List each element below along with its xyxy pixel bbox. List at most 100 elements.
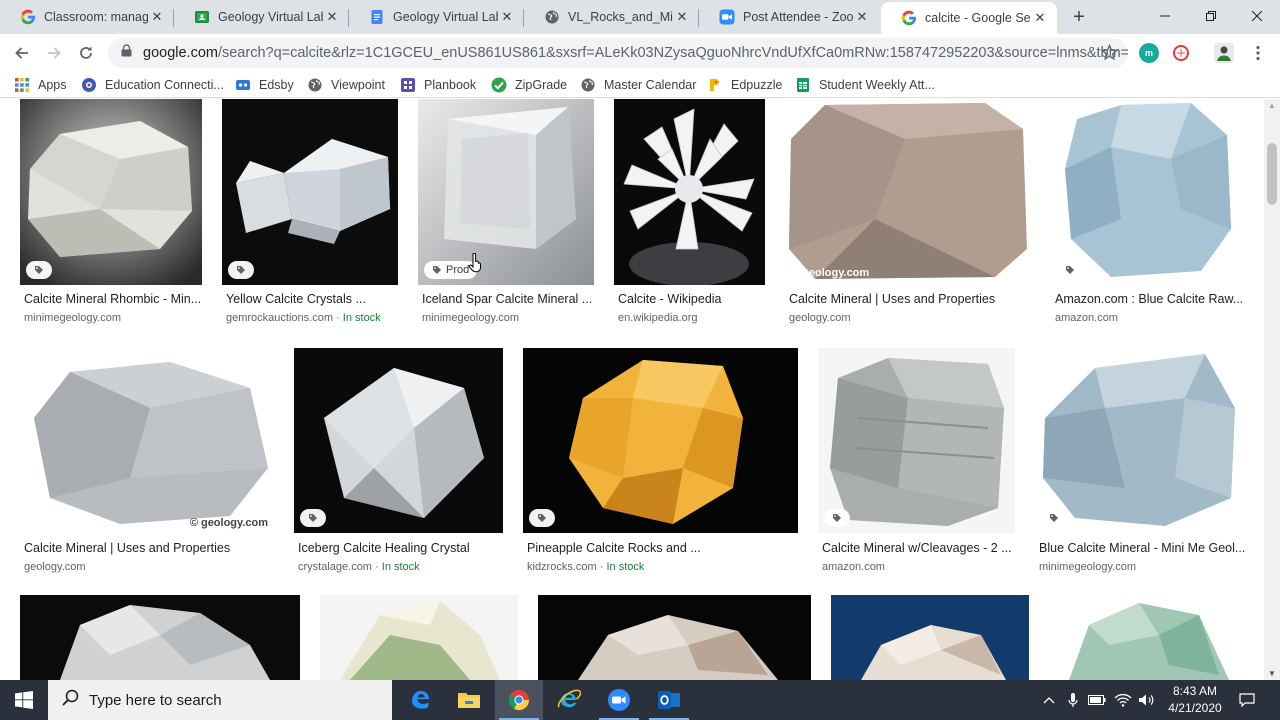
sheets-icon [795,77,811,93]
result-title[interactable]: Calcite Mineral | Uses and Properties [789,292,995,306]
new-tab-button[interactable]: + [1068,6,1090,28]
bookmark-edpuzzle[interactable]: Edpuzzle [707,76,782,94]
result-title[interactable]: Yellow Calcite Crystals ... [226,292,366,306]
bookmark-viewpoint[interactable]: Viewpoint [307,76,385,94]
taskbar-search[interactable]: Type here to search [48,680,392,720]
result-thumbnail[interactable] [523,348,798,533]
bookmark-planbook[interactable]: Planbook [400,76,476,94]
image-result[interactable]: Pineapple Calcite Rocks and ... kidzrock… [523,348,800,580]
image-result[interactable]: Calcite Mineral w/Cleavages - 2 ... amaz… [818,348,1017,580]
taskbar-zoom[interactable] [595,680,643,720]
back-button[interactable] [10,41,34,65]
image-result[interactable]: Calcite - Wikipedia en.wikipedia.org [614,99,767,334]
result-title[interactable]: Calcite Mineral w/Cleavages - 2 ... [822,541,1012,555]
extension-teal-icon[interactable]: m [1139,43,1159,63]
result-thumbnail[interactable]: © geology.com [20,348,274,533]
taskbar-file-explorer[interactable] [445,680,493,720]
image-result[interactable]: Calcite Mineral Rhombic - Min... minimeg… [20,99,204,334]
tab-vl-rocks[interactable]: VL_Rocks_and_Miner ✕ [524,0,699,34]
system-clock[interactable]: 8:43 AM 4/21/2020 [1160,683,1230,717]
image-result[interactable] [831,595,1031,680]
result-thumbnail[interactable] [20,99,202,285]
result-thumbnail[interactable] [831,595,1029,680]
taskbar-internet-explorer[interactable] [545,680,593,720]
result-title[interactable]: Blue Calcite Mineral - Mini Me Geol... [1039,541,1245,555]
bookmark-star-icon[interactable] [1100,43,1119,66]
result-title[interactable]: Calcite Mineral | Uses and Properties [24,541,230,555]
result-thumbnail[interactable]: Prod [418,99,594,285]
scroll-down-arrow-icon[interactable]: ▼ [1268,669,1276,678]
extension-circle-icon[interactable] [1171,43,1191,63]
result-title[interactable]: Amazon.com : Blue Calcite Raw... [1055,292,1243,306]
bookmark-master-calendar[interactable]: Master Calendar [580,76,696,94]
taskbar-edge[interactable] [396,680,444,720]
address-bar[interactable]: google.com/search?q=calcite&rlz=1C1GCEU_… [108,38,1128,68]
result-title[interactable]: Iceberg Calcite Healing Crystal [298,541,470,555]
result-thumbnail[interactable] [1051,99,1243,285]
close-icon[interactable]: ✕ [1031,9,1049,27]
result-thumbnail[interactable] [20,595,300,680]
start-button[interactable] [0,680,48,720]
notification-center-icon[interactable] [1236,680,1258,720]
bookmark-zipgrade[interactable]: ZipGrade [491,76,567,94]
image-result[interactable] [20,595,302,680]
menu-kebab-icon[interactable] [1248,43,1268,63]
result-thumbnail[interactable] [614,99,765,285]
bookmark-education-connection[interactable]: Education Connecti... [81,76,224,94]
close-icon[interactable]: ✕ [323,8,341,26]
result-title[interactable]: Calcite Mineral Rhombic - Min... [24,292,201,306]
bookmark-label: Student Weekly Att... [819,78,935,92]
image-result[interactable]: © geology.com Calcite Mineral | Uses and… [785,99,1033,334]
image-result[interactable]: Iceberg Calcite Healing Crystal crystala… [294,348,505,580]
tab-zoom-attendee[interactable]: Post Attendee - Zoo ✕ [699,0,879,34]
profile-avatar[interactable] [1214,43,1234,63]
tab-calcite-search[interactable]: calcite - Google Sea ✕ [881,2,1057,34]
result-thumbnail[interactable] [294,348,503,533]
image-result[interactable] [1049,595,1245,680]
taskbar-chrome[interactable] [495,680,543,720]
image-result[interactable]: © geology.com Calcite Mineral | Uses and… [20,348,276,580]
image-result[interactable]: Prod Iceland Spar Calcite Mineral ... mi… [418,99,596,334]
image-result[interactable] [538,595,813,680]
tab-geology-lab-docs[interactable]: Geology Virtual Lab ✕ [349,0,524,34]
image-result[interactable]: Blue Calcite Mineral - Mini Me Geol... m… [1035,348,1245,580]
tray-show-hidden-icon[interactable] [1040,680,1058,720]
zipgrade-check-icon [491,77,507,93]
close-icon[interactable]: ✕ [853,8,871,26]
image-result[interactable] [320,595,520,680]
image-result[interactable]: Yellow Calcite Crystals ... gemrockaucti… [222,99,400,334]
tab-geology-lab-classroom[interactable]: Geology Virtual Lab ✕ [174,0,349,34]
image-result[interactable]: Amazon.com : Blue Calcite Raw... amazon.… [1051,99,1245,334]
page-scrollbar[interactable]: ▲ ▼ [1264,99,1280,680]
close-icon[interactable]: ✕ [673,8,691,26]
close-window-button[interactable] [1234,0,1280,32]
result-thumbnail[interactable] [538,595,811,680]
microphone-icon[interactable] [1064,680,1082,720]
result-title[interactable]: Iceland Spar Calcite Mineral ... [422,292,592,306]
restore-button[interactable] [1188,0,1234,32]
result-thumbnail[interactable] [1035,348,1243,533]
volume-icon[interactable] [1136,680,1158,720]
result-title[interactable]: Calcite - Wikipedia [618,292,722,306]
minimize-button[interactable] [1142,0,1188,32]
taskbar-outlook[interactable] [645,680,693,720]
wifi-icon[interactable] [1112,680,1134,720]
result-thumbnail[interactable] [320,595,518,680]
bookmark-edsby[interactable]: Edsby [235,76,294,94]
scroll-up-arrow-icon[interactable]: ▲ [1268,101,1276,110]
result-title[interactable]: Pineapple Calcite Rocks and ... [527,541,701,555]
result-thumbnail[interactable] [818,348,1015,533]
scrollbar-thumb[interactable] [1267,143,1277,205]
close-icon[interactable]: ✕ [498,8,516,26]
result-thumbnail[interactable] [222,99,398,285]
bookmark-student-weekly[interactable]: Student Weekly Att... [795,76,935,94]
result-thumbnail[interactable] [1049,595,1243,680]
reload-button[interactable] [74,41,98,65]
battery-icon[interactable] [1086,680,1108,720]
forward-button[interactable] [42,41,66,65]
result-thumbnail[interactable]: © geology.com [785,99,1031,283]
close-icon[interactable]: ✕ [148,8,166,26]
bookmark-apps[interactable]: Apps [14,76,67,94]
tab-classroom[interactable]: Classroom: manage ✕ [0,0,174,34]
result-source: minimegeology.com [24,312,121,324]
